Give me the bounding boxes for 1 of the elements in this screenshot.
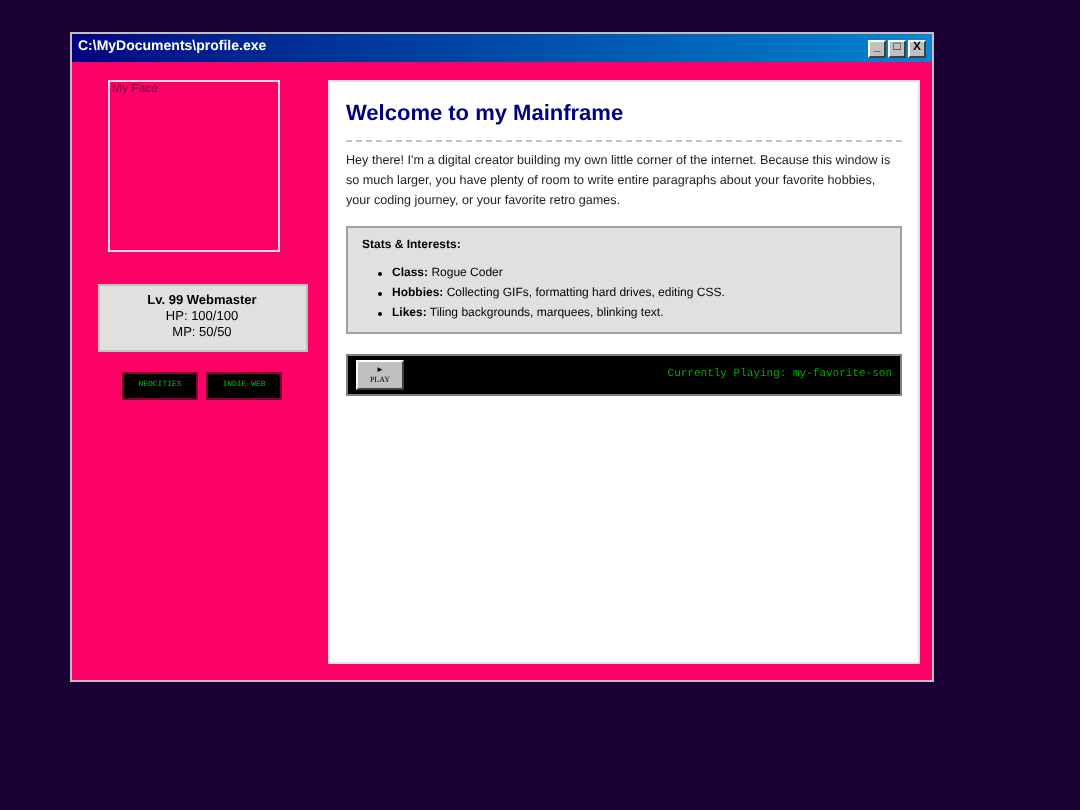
heading: Welcome to my Mainframe xyxy=(346,98,902,141)
